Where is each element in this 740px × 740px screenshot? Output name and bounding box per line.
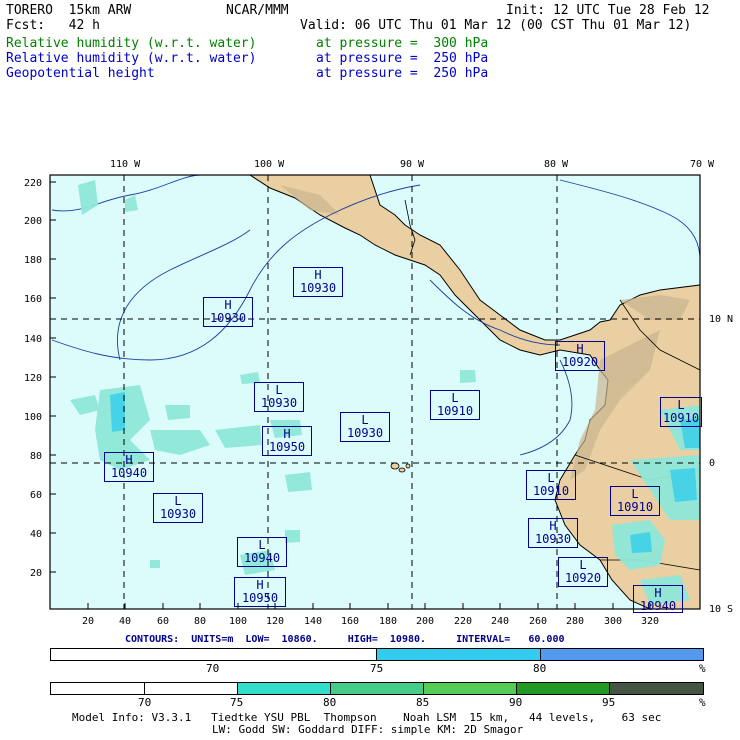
colorbar2-label-90: 90: [509, 696, 523, 709]
pressure-center-l5: L 10910: [526, 470, 576, 500]
x-tick-60: 60: [157, 616, 169, 627]
x-tick-320: 320: [641, 616, 659, 627]
pressure-center-l9: L 10920: [558, 557, 608, 587]
colorbar2-label-70: 70: [138, 696, 152, 709]
x-tick-80: 80: [194, 616, 206, 627]
y-tick-120: 120: [24, 373, 42, 384]
x-tick-280: 280: [566, 616, 584, 627]
colorbar2-unit: %: [699, 696, 706, 709]
lon-label-100w: 100 W: [254, 159, 285, 170]
x-tick-300: 300: [604, 616, 622, 627]
lon-label-110w: 110 W: [110, 159, 141, 170]
x-tick-20: 20: [82, 616, 94, 627]
colorbar1-seg-above-80: [541, 649, 703, 660]
x-tick-180: 180: [379, 616, 397, 627]
lon-label-70w: 70 W: [690, 159, 715, 170]
x-tick-120: 120: [266, 616, 284, 627]
y-tick-200: 200: [24, 216, 42, 227]
x-tick-160: 160: [341, 616, 359, 627]
colorbar2-label-85: 85: [416, 696, 430, 709]
x-tick-40: 40: [119, 616, 131, 627]
colorbar1-label-70: 70: [206, 662, 220, 675]
colorbar-rh-300: [50, 682, 704, 695]
y-tick-40: 40: [30, 529, 42, 540]
pressure-center-h1: H 10930: [293, 267, 343, 297]
model-info-line2: LW: Godd SW: Goddard DIFF: simple KM: 2D…: [212, 723, 524, 736]
pressure-center-l2: L 10910: [430, 390, 480, 420]
pressure-center-l8: L 10940: [237, 537, 287, 567]
weather-map: 110 W 100 W 90 W 80 W 70 W 10 N 0 10 S 2…: [24, 159, 733, 627]
lat-label-10n: 10 N: [709, 314, 733, 325]
y-tick-80: 80: [30, 451, 42, 462]
y-tick-100: 100: [24, 412, 42, 423]
pressure-center-h6: H 10930: [528, 518, 578, 548]
pressure-center-h5: H 10940: [104, 452, 154, 482]
pressure-center-h8: H 10940: [633, 585, 683, 613]
pressure-center-l3: L 10930: [340, 412, 390, 442]
pressure-center-h2: H 10930: [203, 297, 253, 327]
pressure-center-l7: L 10930: [153, 493, 203, 523]
pressure-center-h7: H 10950: [234, 577, 286, 607]
y-tick-140: 140: [24, 334, 42, 345]
x-tick-100: 100: [229, 616, 247, 627]
pressure-center-l4: L 10910: [660, 397, 702, 427]
colorbar1-seg-75-80: [377, 649, 541, 660]
pressure-center-h4: H 10950: [262, 426, 312, 456]
pressure-center-h3: H 10920: [555, 341, 605, 371]
y-tick-20: 20: [30, 568, 42, 579]
colorbar1-label-80: 80: [533, 662, 547, 675]
colorbar2-label-80: 80: [323, 696, 337, 709]
pressure-center-l6: L 10910: [610, 486, 660, 516]
pressure-center-l1: L 10930: [254, 382, 304, 412]
x-tick-220: 220: [454, 616, 472, 627]
colorbar-rh-250: [50, 648, 704, 661]
colorbar1-seg-below-75: [51, 649, 377, 660]
lon-label-80w: 80 W: [544, 159, 569, 170]
lat-label-10s: 10 S: [709, 604, 733, 615]
y-tick-60: 60: [30, 490, 42, 501]
colorbar2-label-75: 75: [230, 696, 244, 709]
x-tick-140: 140: [304, 616, 322, 627]
colorbar1-unit: %: [699, 662, 706, 675]
y-tick-180: 180: [24, 255, 42, 266]
x-tick-200: 200: [416, 616, 434, 627]
lat-label-0: 0: [709, 458, 715, 469]
x-tick-260: 260: [529, 616, 547, 627]
y-tick-160: 160: [24, 294, 42, 305]
colorbar1-label-75: 75: [370, 662, 384, 675]
x-tick-240: 240: [491, 616, 509, 627]
contours-info: CONTOURS: UNITS=m LOW= 10860. HIGH= 1098…: [125, 634, 565, 645]
colorbar2-label-95: 95: [602, 696, 616, 709]
lon-label-90w: 90 W: [400, 159, 425, 170]
y-tick-220: 220: [24, 178, 42, 189]
